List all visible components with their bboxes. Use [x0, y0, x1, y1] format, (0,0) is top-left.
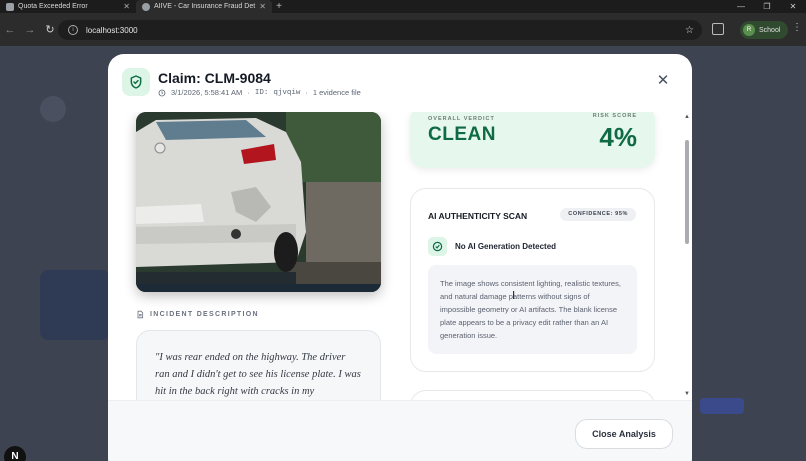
- risk-score-value: 4%: [599, 122, 637, 152]
- url-input[interactable]: i localhost:3000 ☆: [58, 20, 702, 40]
- meta-separator: ·: [247, 88, 250, 97]
- shield-check-icon: [122, 68, 150, 96]
- modal-header: Claim: CLM-9084 3/1/2026, 5:58:41 AM · I…: [108, 54, 692, 112]
- next-analysis-card: [410, 390, 655, 400]
- restore-icon[interactable]: ❐: [754, 0, 780, 13]
- confidence-badge: CONFIDENCE: 95%: [560, 208, 636, 221]
- scroll-up-arrow-icon[interactable]: ▲: [684, 114, 690, 120]
- modal-footer: Close Analysis: [108, 400, 692, 461]
- claim-modal: Claim: CLM-9084 3/1/2026, 5:58:41 AM · I…: [108, 54, 692, 461]
- tab-bar: Quota Exceeded Error ✕ AIIVE - Car Insur…: [0, 0, 806, 13]
- clock-icon: [158, 89, 166, 96]
- tab-label: AIIVE - Car Insurance Fraud Det: [154, 3, 256, 10]
- close-analysis-button[interactable]: Close Analysis: [575, 419, 673, 449]
- verdict-card: OVERALL VERDICT CLEAN RISK SCORE 4%: [410, 112, 655, 168]
- window-controls: — ❐ ✕: [728, 0, 806, 13]
- ai-result-row: No AI Generation Detected: [428, 237, 556, 256]
- background-logo: [40, 96, 66, 122]
- ai-authenticity-card: AI AUTHENTICITY SCAN CONFIDENCE: 95% No …: [410, 188, 655, 372]
- check-circle-icon: [428, 237, 447, 256]
- incident-description-label: INCIDENT DESCRIPTION: [136, 310, 259, 319]
- car-damage-image: [136, 112, 381, 292]
- claim-meta: 3/1/2026, 5:58:41 AM · ID: qjvqiw · 1 ev…: [158, 88, 361, 97]
- text-cursor-icon: I: [512, 289, 516, 302]
- verdict-value: CLEAN: [428, 124, 496, 145]
- ai-result-text: No AI Generation Detected: [455, 242, 557, 251]
- modal-body[interactable]: INCIDENT DESCRIPTION "I was rear ended o…: [108, 112, 692, 400]
- close-icon[interactable]: ✕: [656, 73, 670, 88]
- meta-separator: ·: [305, 88, 308, 97]
- risk-score-label: RISK SCORE: [592, 113, 637, 119]
- document-icon: [137, 310, 144, 319]
- page-icon: [6, 2, 14, 11]
- more-menu-icon[interactable]: ⋮: [792, 22, 802, 33]
- scroll-thumb[interactable]: [685, 140, 689, 244]
- address-bar-row: ← → ↻ i localhost:3000 ☆ R School ⋮: [0, 13, 806, 46]
- close-window-icon[interactable]: ✕: [780, 0, 806, 13]
- profile-button[interactable]: R School: [740, 21, 789, 39]
- background-panel: [40, 270, 110, 340]
- avatar: R: [743, 24, 755, 36]
- claim-id-label: ID:: [254, 88, 269, 97]
- tab-quota-error[interactable]: Quota Exceeded Error ✕: [0, 0, 136, 13]
- tab-label: Quota Exceeded Error: [18, 3, 88, 10]
- claim-title: Claim: CLM-9084: [158, 70, 271, 86]
- url-text: localhost:3000: [86, 25, 138, 35]
- extensions-icon[interactable]: [712, 23, 724, 35]
- evidence-photo[interactable]: [136, 112, 381, 292]
- close-tab-icon[interactable]: ✕: [123, 2, 130, 11]
- incident-description-text: "I was rear ended on the highway. The dr…: [136, 330, 381, 400]
- close-tab-icon[interactable]: ✕: [259, 2, 266, 11]
- globe-icon: [142, 2, 150, 11]
- verdict-label: OVERALL VERDICT: [428, 116, 495, 122]
- evidence-count: 1 evidence file: [312, 88, 361, 97]
- ai-scan-title: AI AUTHENTICITY SCAN: [428, 211, 528, 221]
- nextjs-dev-badge[interactable]: N: [4, 446, 26, 461]
- back-icon[interactable]: ←: [0, 24, 20, 36]
- profile-label: School: [759, 26, 781, 34]
- scroll-down-arrow-icon[interactable]: ▼: [684, 391, 690, 397]
- ai-scan-explanation: The image shows consistent lighting, rea…: [428, 265, 637, 354]
- modal-scrollbar[interactable]: ▲ ▼: [682, 112, 692, 400]
- tab-aiive[interactable]: AIIVE - Car Insurance Fraud Det ✕: [136, 0, 272, 13]
- minimize-icon[interactable]: —: [728, 0, 754, 13]
- image-strip: [136, 284, 381, 292]
- claim-id-value: qjvqiw: [273, 88, 301, 97]
- site-info-icon[interactable]: i: [68, 25, 78, 35]
- claim-timestamp: 3/1/2026, 5:58:41 AM: [171, 88, 243, 97]
- forward-icon[interactable]: →: [20, 24, 40, 36]
- new-tab-button[interactable]: +: [272, 1, 286, 12]
- reload-icon[interactable]: ↻: [40, 23, 60, 36]
- bookmark-star-icon[interactable]: ☆: [685, 25, 694, 36]
- background-button: [700, 398, 744, 414]
